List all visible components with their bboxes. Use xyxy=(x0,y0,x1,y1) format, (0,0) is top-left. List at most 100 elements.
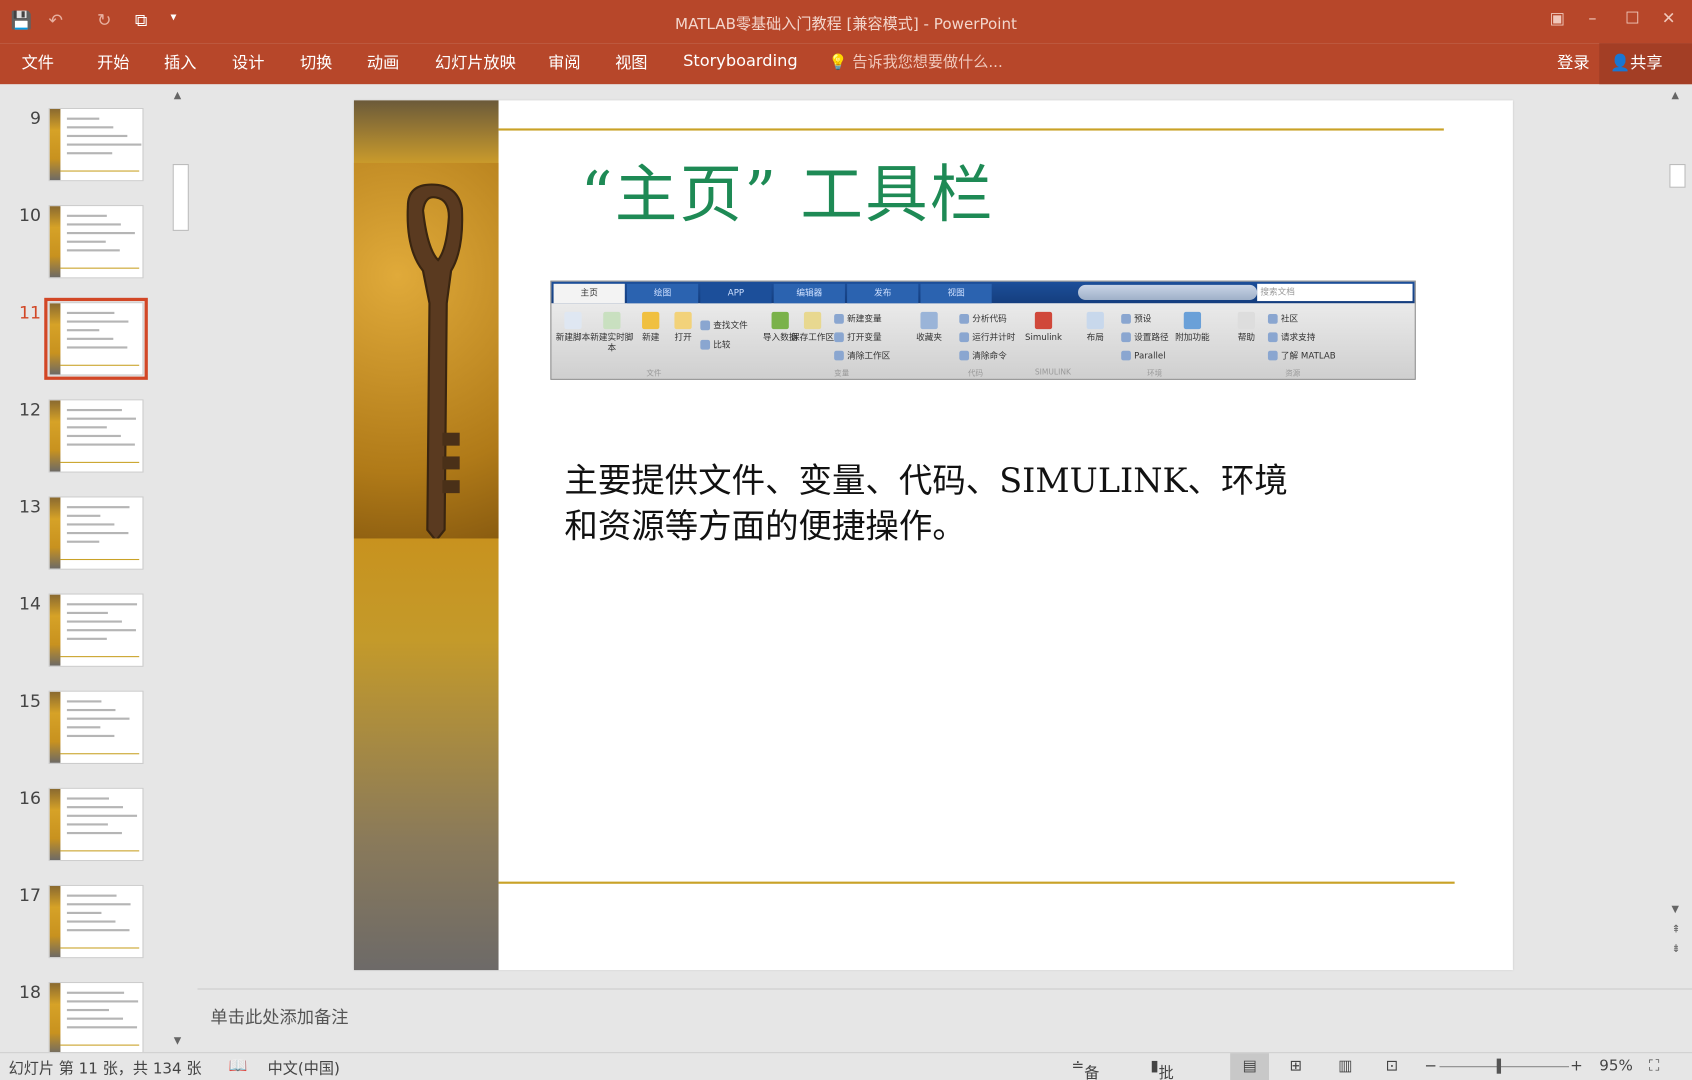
slide-thumbnail[interactable] xyxy=(48,107,144,182)
thumbnail-number: 14 xyxy=(19,593,42,615)
notes-label: 备注 xyxy=(1084,1065,1100,1080)
thumbnail-number: 11 xyxy=(19,302,42,323)
slide-body-text[interactable]: 主要提供文件、变量、代码、SIMULINK、环境 和资源等方面的便捷操作。 xyxy=(564,459,1395,550)
slideshow-view-button[interactable]: ⊡ xyxy=(1386,1058,1399,1075)
next-slide-icon[interactable]: ⇟ xyxy=(1672,943,1681,955)
thumbnail-scrollbar[interactable]: ▲ ▼ xyxy=(171,88,190,1049)
bottom-divider xyxy=(498,881,1455,884)
zoom-out-button[interactable]: − xyxy=(1424,1058,1437,1075)
slide-thumbnail[interactable] xyxy=(48,593,144,667)
zoom-level[interactable]: 95% xyxy=(1599,1058,1633,1075)
thumbnail-number: 17 xyxy=(19,884,42,906)
ml-button: 新建脚本 xyxy=(551,311,594,343)
share-button[interactable]: 👤共享 xyxy=(1599,43,1692,85)
ml-small-button: Parallel xyxy=(1121,346,1166,364)
previous-slide-icon[interactable]: ⇞ xyxy=(1672,924,1681,936)
share-label: 共享 xyxy=(1630,52,1663,73)
slide-thumbnail[interactable] xyxy=(48,496,144,570)
tab-file[interactable]: 文件 xyxy=(22,51,54,74)
slide-thumbnail[interactable] xyxy=(48,690,144,765)
scroll-up-icon[interactable]: ▲ xyxy=(1672,91,1679,102)
slide-sorter-button[interactable]: ⊞ xyxy=(1290,1058,1303,1075)
slide-title[interactable]: “主页” 工具栏 xyxy=(581,144,995,235)
ml-section-label: SIMULINK xyxy=(1034,367,1071,377)
tab-storyboarding[interactable]: Storyboarding xyxy=(683,51,798,70)
language-indicator[interactable]: 中文(中国) xyxy=(268,1058,340,1080)
tab-view[interactable]: 视图 xyxy=(615,51,647,74)
zoom-in-button[interactable]: + xyxy=(1570,1058,1583,1075)
tab-home[interactable]: 开始 xyxy=(97,51,129,74)
slide-canvas[interactable]: “主页” 工具栏 主页 绘图 APP 编辑器 发布 视图 搜索文档 新建脚本 新建… xyxy=(353,100,1513,971)
ml-button: 帮助 xyxy=(1225,311,1268,343)
slide-thumbnail[interactable] xyxy=(48,884,144,959)
ml-tab: 视图 xyxy=(920,283,992,304)
notes-toggle[interactable]: ≐ 备注 xyxy=(1072,1058,1100,1080)
thumbnail-number: 12 xyxy=(19,399,42,420)
slide-thumbnail[interactable] xyxy=(48,205,144,279)
ml-button: 附加功能 xyxy=(1171,311,1214,343)
scroll-down-icon[interactable]: ▼ xyxy=(1672,904,1679,915)
ml-tab: 发布 xyxy=(847,283,919,304)
ml-small-button: 清除工作区 xyxy=(834,346,890,364)
scroll-thumb[interactable] xyxy=(172,164,189,231)
tell-me-text: 告诉我您想要做什么... xyxy=(852,53,1003,72)
tell-me-search[interactable]: 💡 告诉我您想要做什么... xyxy=(829,51,1003,73)
minimize-icon[interactable]: – xyxy=(1588,9,1596,28)
zoom-slider-thumb[interactable] xyxy=(1496,1058,1502,1074)
ml-section-label: 文件 xyxy=(646,369,662,378)
ml-small-button: 设置路径 xyxy=(1121,328,1169,346)
scroll-up-icon[interactable]: ▲ xyxy=(174,91,181,102)
slide-thumbnail[interactable] xyxy=(48,399,144,473)
normal-view-button[interactable]: ▤ xyxy=(1230,1053,1270,1080)
maximize-icon[interactable]: ☐ xyxy=(1625,9,1640,28)
ml-small-button: 比较 xyxy=(700,336,731,354)
scroll-thumb[interactable] xyxy=(1669,164,1686,188)
thumbnail-pane: 9 10 11 12 13 14 15 16 17 18 xyxy=(0,86,195,1056)
close-icon[interactable]: ✕ xyxy=(1662,9,1676,28)
tab-slideshow[interactable]: 幻灯片放映 xyxy=(435,51,516,74)
tab-animations[interactable]: 动画 xyxy=(367,51,399,74)
thumbnail-number: 15 xyxy=(19,690,42,712)
reading-view-button[interactable]: ▥ xyxy=(1338,1058,1352,1075)
ml-section-label: 变量 xyxy=(834,369,850,378)
slide-thumbnail[interactable] xyxy=(44,297,148,380)
slide-scrollbar[interactable]: ▲ ▼ ⇞ ⇟ xyxy=(1668,88,1686,962)
ml-tab: 绘图 xyxy=(626,283,699,304)
slide-thumbnail[interactable] xyxy=(48,981,144,1056)
body-line: 和资源等方面的便捷操作。 xyxy=(564,507,966,547)
ribbon-display-icon[interactable]: ▣ xyxy=(1550,9,1565,28)
notes-placeholder: 单击此处添加备注 xyxy=(210,1006,349,1028)
ml-small-button: 请求支持 xyxy=(1267,328,1315,346)
thumbnail-number: 10 xyxy=(19,205,42,226)
ml-section-label: 环境 xyxy=(1147,369,1163,378)
ml-button: 收藏夹 xyxy=(908,311,951,343)
thumbnail-number: 16 xyxy=(19,787,42,809)
lightbulb-icon: 💡 xyxy=(828,53,848,72)
ml-small-button: 运行并计时 xyxy=(959,328,1015,346)
thumbnail-number: 13 xyxy=(19,496,42,517)
person-icon: 👤 xyxy=(1610,52,1631,73)
status-bar: 幻灯片 第 11 张，共 134 张 📖 中文(中国) ≐ 备注 ▮ 批注 ▤ … xyxy=(0,1052,1692,1080)
ml-small-button: 分析代码 xyxy=(959,310,1007,328)
tab-insert[interactable]: 插入 xyxy=(164,51,196,74)
scroll-down-icon[interactable]: ▼ xyxy=(174,1036,181,1047)
ml-quick-access xyxy=(1078,284,1258,300)
tab-review[interactable]: 审阅 xyxy=(548,51,580,74)
comments-label: 批注 xyxy=(1158,1065,1174,1080)
ml-small-button: 了解 MATLAB xyxy=(1267,346,1336,364)
login-link[interactable]: 登录 xyxy=(1557,51,1589,74)
slide-thumbnail[interactable] xyxy=(48,787,144,862)
ml-small-button: 查找文件 xyxy=(700,316,748,334)
comments-toggle[interactable]: ▮ 批注 xyxy=(1150,1058,1173,1080)
ml-small-button: 预设 xyxy=(1121,310,1151,328)
zoom-slider[interactable] xyxy=(1439,1066,1570,1068)
ml-button: 新建实时脚本 xyxy=(590,311,633,354)
notes-pane[interactable]: 单击此处添加备注 xyxy=(197,988,1692,1035)
fit-slide-icon[interactable]: ⛶ xyxy=(1649,1058,1660,1075)
ml-search-box: 搜索文档 xyxy=(1257,283,1413,302)
spellcheck-icon[interactable]: 📖 xyxy=(229,1058,248,1075)
ml-section-label: 代码 xyxy=(967,369,984,378)
tab-design[interactable]: 设计 xyxy=(232,51,264,74)
tab-transitions[interactable]: 切换 xyxy=(300,51,332,74)
body-line: 主要提供文件、变量、代码、SIMULINK、环境 xyxy=(564,461,1288,501)
